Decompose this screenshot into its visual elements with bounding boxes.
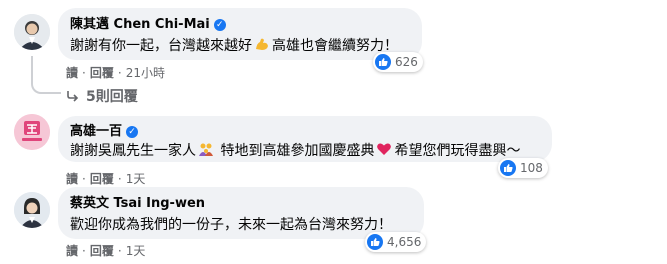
like-button[interactable]: 讀 bbox=[66, 242, 78, 259]
comment-text: 謝謝吳鳳先生一家人 特地到高雄參加國慶盛典 希望您們玩得盡興～ bbox=[70, 141, 521, 159]
reply-button[interactable]: 回覆 bbox=[90, 64, 114, 81]
reaction-count[interactable]: 4,656 bbox=[365, 232, 427, 252]
flexed-biceps-emoji-icon bbox=[254, 36, 270, 52]
person-avatar-icon bbox=[14, 14, 50, 50]
avatar[interactable] bbox=[14, 114, 50, 150]
comment-author[interactable]: 蔡英文 Tsai Ing-wen bbox=[70, 195, 205, 212]
comment-timestamp[interactable]: 1天 bbox=[126, 170, 146, 187]
comment-author[interactable]: 高雄一百 bbox=[70, 123, 122, 140]
comment-actions: 讀 · 回覆 · 1天 bbox=[66, 242, 146, 259]
family-emoji-icon bbox=[198, 141, 214, 157]
kaohsiung-100-logo-icon bbox=[14, 114, 50, 150]
reaction-count[interactable]: 108 bbox=[498, 158, 548, 178]
like-icon bbox=[375, 54, 391, 70]
reaction-count[interactable]: 626 bbox=[373, 52, 423, 72]
thread-line bbox=[31, 80, 61, 94]
like-button[interactable]: 讀 bbox=[66, 64, 78, 81]
like-icon bbox=[367, 234, 383, 250]
comment-actions: 讀 · 回覆 · 1天 bbox=[66, 170, 146, 187]
comment-bubble: 高雄一百 ✓ 謝謝吳鳳先生一家人 特地到高雄參加國慶盛典 希望您們玩得盡興～ bbox=[58, 116, 552, 162]
comment-timestamp[interactable]: 21小時 bbox=[126, 64, 165, 81]
reply-button[interactable]: 回覆 bbox=[90, 242, 114, 259]
person-avatar-icon bbox=[14, 192, 50, 228]
view-replies-link[interactable]: 5則回覆 bbox=[66, 86, 138, 106]
like-icon bbox=[500, 160, 516, 176]
comment-timestamp[interactable]: 1天 bbox=[126, 242, 146, 259]
verified-badge-icon: ✓ bbox=[213, 18, 226, 31]
verified-badge-icon: ✓ bbox=[126, 125, 139, 138]
avatar[interactable] bbox=[14, 14, 50, 50]
comment-text: 歡迎你成為我們的一份子，未來一起為台灣來努力！ bbox=[70, 217, 392, 233]
comment-bubble: 蔡英文 Tsai Ing-wen 歡迎你成為我們的一份子，未來一起為台灣來努力！ bbox=[58, 187, 424, 239]
red-heart-emoji-icon bbox=[376, 141, 392, 157]
avatar[interactable] bbox=[14, 192, 50, 228]
comment-author[interactable]: 陳其邁 Chen Chi-Mai bbox=[70, 16, 210, 33]
reply-button[interactable]: 回覆 bbox=[90, 170, 114, 187]
reply-arrow-icon bbox=[67, 91, 79, 102]
comment-actions: 讀 · 回覆 · 21小時 bbox=[66, 64, 165, 81]
comment-text: 謝謝有你一起，台灣越來越好 高雄也會繼續努力！ bbox=[70, 36, 398, 54]
like-button[interactable]: 讀 bbox=[66, 170, 78, 187]
comment-bubble: 陳其邁 Chen Chi-Mai ✓ 謝謝有你一起，台灣越來越好 高雄也會繼續努力… bbox=[58, 8, 422, 60]
